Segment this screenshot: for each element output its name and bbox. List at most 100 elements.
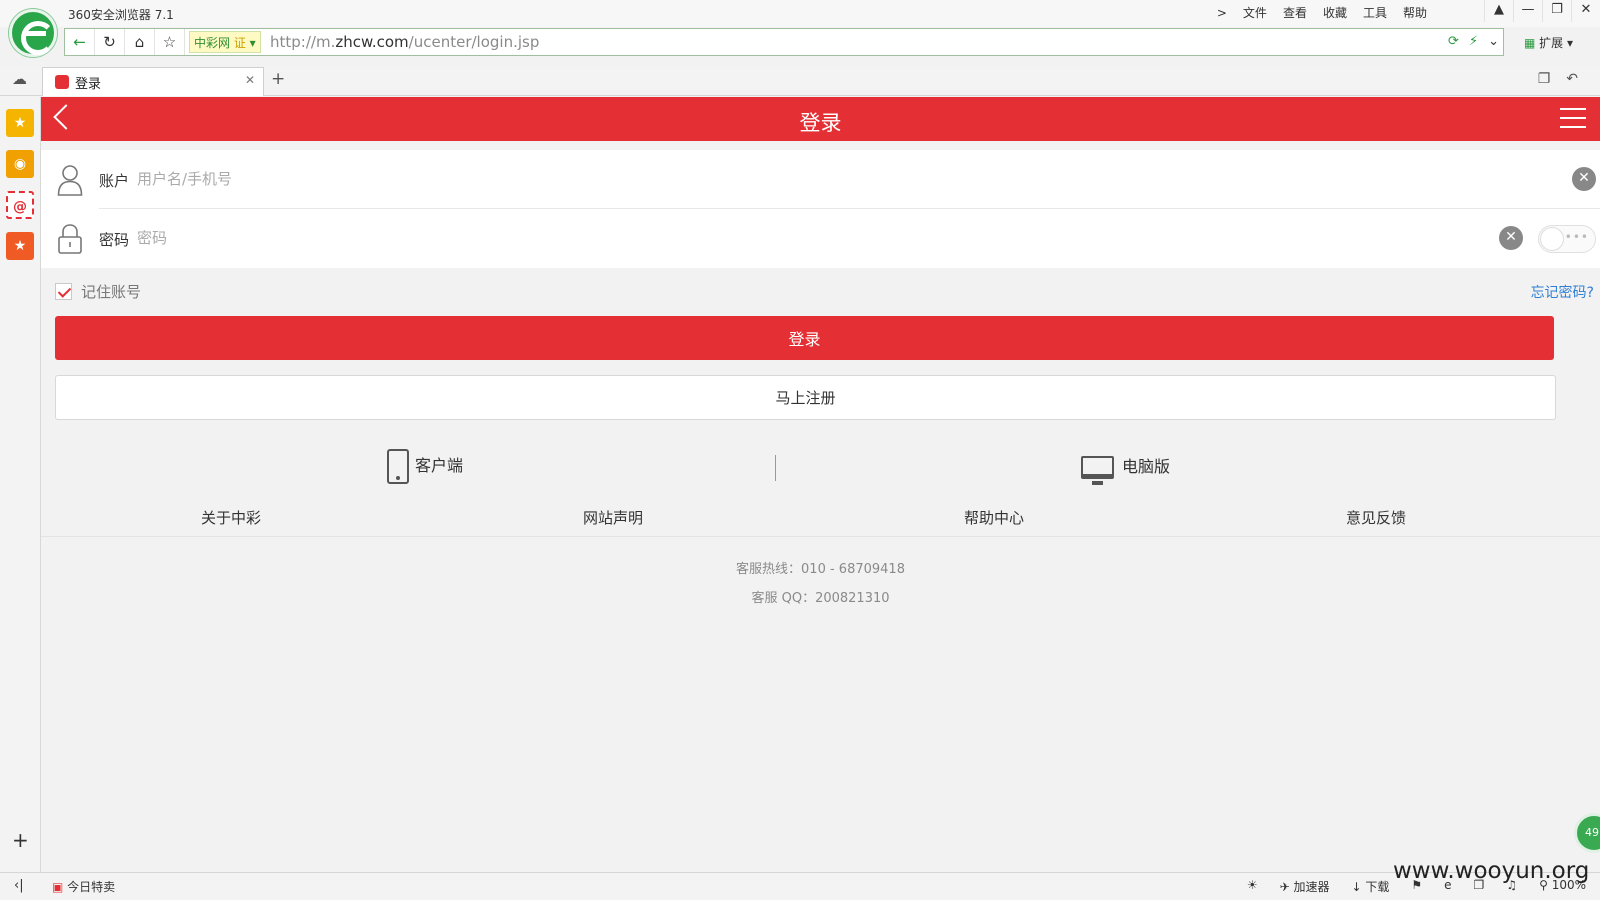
lock-icon [58,224,82,254]
menu-help[interactable]: 帮助 [1395,4,1435,22]
browser-menu: > 文件 查看 收藏 工具 帮助 [1209,4,1435,22]
address-bar: ← ↻ ⌂ ☆ 中彩网 证 ▾ http://m.zhcw.com/ucente… [64,28,1504,56]
certificate-badge[interactable]: 中彩网 证 ▾ [189,31,261,53]
download-label: 下载 [1365,880,1390,894]
download-button[interactable]: ↓ 下载 [1352,878,1390,895]
menu-file[interactable]: 文件 [1235,4,1275,22]
speed-mode-icon[interactable]: ⚡ [1469,29,1478,55]
gift-icon: ▣ [52,880,64,894]
url-input[interactable]: http://m.zhcw.com/ucenter/login.jsp [270,29,539,55]
status-bar: ‹| ▣ 今日特卖 ☀ ✈ 加速器 ↓ 下载 ⚑ e ❐ ♫ ⚲ 100% [0,872,1600,900]
clear-account-icon[interactable]: ✕ [1572,167,1596,191]
tab-title: 登录 [75,77,102,92]
weibo-icon[interactable]: ◉ [6,150,34,178]
daily-deal-label: 今日特卖 [67,880,116,894]
cloud-icon[interactable]: ☁ [12,70,27,88]
client-links: 客户端 电脑版 [41,445,1600,489]
daily-deal-link[interactable]: ▣ 今日特卖 [52,878,115,895]
password-label: 密码 [99,231,130,249]
footer-link-statement[interactable]: 网站声明 [513,507,713,528]
window-controls: ▲ — ❐ ✕ [1484,0,1600,22]
account-input[interactable] [137,164,1437,194]
browser-logo [9,9,57,57]
page-header: 登录 [41,97,1600,141]
undo-close-icon[interactable]: ↶ [1566,71,1578,87]
clear-password-icon[interactable]: ✕ [1499,226,1523,250]
restore-tab-icon[interactable]: ❐ [1538,71,1551,87]
browser-title: 360安全浏览器 7.1 [68,8,174,22]
login-button[interactable]: 登录 [55,316,1554,360]
sidebar-add-icon[interactable]: + [12,828,29,852]
new-tab-button[interactable]: + [271,69,285,89]
menu-favorites[interactable]: 收藏 [1315,4,1355,22]
extensions-label: 扩展 [1539,36,1564,50]
monitor-icon [1081,456,1114,485]
password-input[interactable] [137,223,1437,253]
home-icon[interactable]: ⌂ [125,29,155,55]
mobile-client-link[interactable]: 客户端 [387,449,463,484]
footer-link-feedback[interactable]: 意见反馈 [1276,507,1476,528]
footer-link-help[interactable]: 帮助中心 [894,507,1094,528]
refresh-icon[interactable]: ↻ [95,29,125,55]
tab-login[interactable]: 登录 ✕ [42,67,264,96]
show-password-toggle[interactable]: ••• [1538,225,1596,253]
remember-label: 记住账号 [81,283,142,301]
extensions-button[interactable]: ▦ 扩展 ▾ [1524,34,1573,51]
watermark: www.wooyun.org [1393,858,1590,884]
account-row: 账户 ✕ [41,150,1600,209]
menu-view[interactable]: 查看 [1275,4,1315,22]
mobile-client-label: 客户端 [415,456,464,475]
tab-actions: ❐ ↶ [1538,71,1578,87]
remember-checkbox[interactable] [55,283,72,300]
url-prefix: http://m. [270,33,336,51]
menu-icon[interactable] [1560,108,1586,128]
minimize-button[interactable]: — [1513,0,1542,22]
password-row: 密码 ✕ ••• [41,209,1600,268]
user-icon [57,165,83,196]
forgot-password-link[interactable]: 忘记密码? [1531,282,1594,302]
mail-icon[interactable]: @ [6,191,34,219]
register-button[interactable]: 马上注册 [55,375,1556,420]
extensions-grid-icon: ▦ [1524,36,1536,50]
skin-icon[interactable]: ▲ [1484,0,1513,22]
desktop-version-link[interactable]: 电脑版 [1081,453,1171,485]
compat-mode-icon[interactable]: ⟳ [1448,29,1459,55]
login-page: 登录 账户 ✕ 密码 ✕ ••• [41,97,1600,872]
tab-strip: ☁ 登录 ✕ + ❐ ↶ [0,66,1600,96]
star-icon[interactable]: ☆ [155,29,185,55]
back-arrow-icon[interactable]: ← [65,29,95,55]
dropdown-chevron-icon[interactable]: ⌄ [1488,29,1499,55]
menu-chevron-icon[interactable]: > [1209,4,1235,22]
url-path: /ucenter/login.jsp [408,33,540,51]
address-actions: ⟳ ⚡ ⌄ [1448,29,1499,55]
login-form: 账户 ✕ 密码 ✕ ••• [41,150,1600,268]
accelerator-button[interactable]: ✈ 加速器 [1280,878,1330,895]
favicon-icon [55,75,69,89]
cert-badge: 证 [233,36,246,50]
close-tab-icon[interactable]: ✕ [245,73,255,87]
qq-text: 客服 QQ：200821310 [751,591,890,606]
footer-link-about[interactable]: 关于中彩 [131,507,331,528]
ellipsis-icon: ••• [1564,230,1589,244]
collapse-sidebar-icon[interactable]: ‹| [14,878,24,893]
accelerator-label: 加速器 [1293,880,1330,894]
hotline-text: 客服热线：010 - 68709418 [736,562,905,577]
url-domain: zhcw.com [335,33,409,51]
cert-label: 中彩网 [194,36,231,50]
customer-service-info: 客服热线：010 - 68709418 客服 QQ：200821310 [41,555,1600,613]
account-label: 账户 [99,172,130,190]
desktop-version-label: 电脑版 [1122,457,1171,476]
client-separator [775,455,776,481]
favorites-star-icon[interactable]: ★ [6,109,34,137]
browser-titlebar: 360安全浏览器 7.1 > 文件 查看 收藏 工具 帮助 ▲ — ❐ ✕ [0,0,1600,27]
close-window-button[interactable]: ✕ [1571,0,1600,22]
discount-icon[interactable]: ★ [6,232,34,260]
browser-sidebar: ★ ◉ @ ★ + [0,97,41,872]
page-title: 登录 [799,111,842,135]
footer-links: 关于中彩 网站声明 帮助中心 意见反馈 [41,507,1600,537]
maximize-button[interactable]: ❐ [1542,0,1571,22]
toggle-knob [1540,227,1564,251]
menu-tools[interactable]: 工具 [1355,4,1395,22]
speed-icon[interactable]: ☀ [1247,878,1258,895]
remember-account[interactable]: 记住账号 [55,281,141,302]
